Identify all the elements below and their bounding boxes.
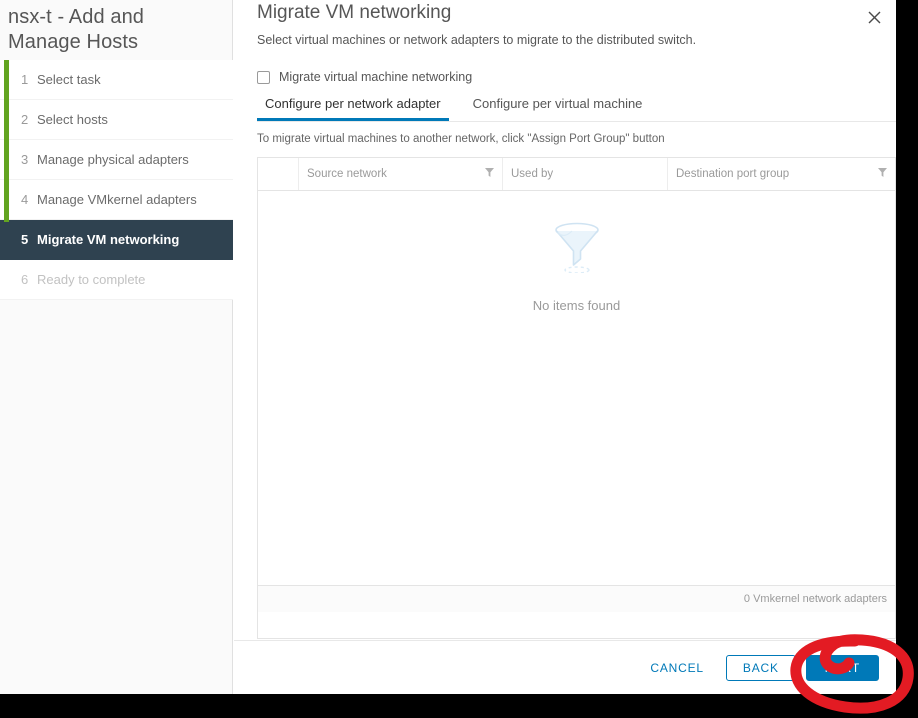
step-number: 1 [21,72,29,87]
empty-state-text: No items found [532,298,621,313]
tab-configure-per-virtual-machine[interactable]: Configure per virtual machine [465,96,651,121]
table-header-destination-port-group[interactable]: Destination port group [667,158,895,190]
step-number: 3 [21,152,29,167]
step-label: Select hosts [37,112,108,127]
empty-state: No items found [258,221,895,313]
cancel-button[interactable]: CANCEL [638,655,715,681]
dialog-action-bar: CANCEL BACK NEXT [234,640,896,694]
step-number: 6 [21,272,29,287]
step-number: 5 [21,232,29,247]
next-button[interactable]: NEXT [805,654,879,681]
filter-icon[interactable] [485,168,494,180]
back-button[interactable]: BACK [725,654,796,681]
wizard-title: nsx-t - Add and Manage Hosts [8,6,145,53]
source-network-table: Source network Used by Destination port … [257,157,896,639]
step-label: Manage physical adapters [37,152,189,167]
sidebar-step-3[interactable]: 3 Manage physical adapters [0,140,233,180]
column-label: Source network [307,168,387,180]
tab-configure-per-network-adapter[interactable]: Configure per network adapter [257,96,449,121]
sidebar-step-5[interactable]: 5 Migrate VM networking [0,220,233,260]
table-body: No items found 0 Vmkernel network adapte… [258,191,895,612]
filter-icon[interactable] [878,168,887,180]
step-label: Manage VMkernel adapters [37,192,197,207]
step-number: 4 [21,192,29,207]
wizard-content: Migrate VM networking Select virtual mac… [234,0,896,694]
wizard-sidebar: nsx-t - Add and Manage Hosts 1 Select ta… [0,0,233,694]
step-number: 2 [21,112,29,127]
column-label: Destination port group [676,168,790,180]
step-label: Select task [37,72,101,87]
column-label: Used by [511,168,554,180]
progress-rail [4,60,9,222]
migrate-vm-networking-checkbox-row[interactable]: Migrate virtual machine networking [257,70,472,84]
table-header-row: Source network Used by Destination port … [258,158,895,191]
page-description: Select virtual machines or network adapt… [257,33,697,47]
table-footer: 0 Vmkernel network adapters [258,585,895,612]
table-header-used-by[interactable]: Used by [502,158,667,190]
wizard-steps: 1 Select task 2 Select hosts 3 Manage ph… [0,60,233,300]
sidebar-step-6: 6 Ready to complete [0,260,233,300]
sidebar-step-1[interactable]: 1 Select task [0,60,233,100]
table-header-source-network[interactable]: Source network [298,158,502,190]
configure-tabs: Configure per network adapter Configure … [257,96,896,122]
migrate-vm-networking-checkbox[interactable] [257,70,270,84]
sidebar-step-2[interactable]: 2 Select hosts [0,100,233,140]
step-label: Ready to complete [37,272,146,287]
migrate-vm-networking-label: Migrate virtual machine networking [279,70,473,84]
step-label: Migrate VM networking [37,232,180,247]
funnel-icon [552,221,602,278]
assign-port-group-hint: To migrate virtual machines to another n… [257,133,665,145]
page-title: Migrate VM networking [257,2,452,23]
close-icon[interactable] [862,5,886,29]
sidebar-step-4[interactable]: 4 Manage VMkernel adapters [0,180,233,220]
table-header-select [258,158,298,190]
table-footer-count: 0 Vmkernel network adapters [743,593,887,605]
wizard-dialog: nsx-t - Add and Manage Hosts 1 Select ta… [0,0,896,694]
